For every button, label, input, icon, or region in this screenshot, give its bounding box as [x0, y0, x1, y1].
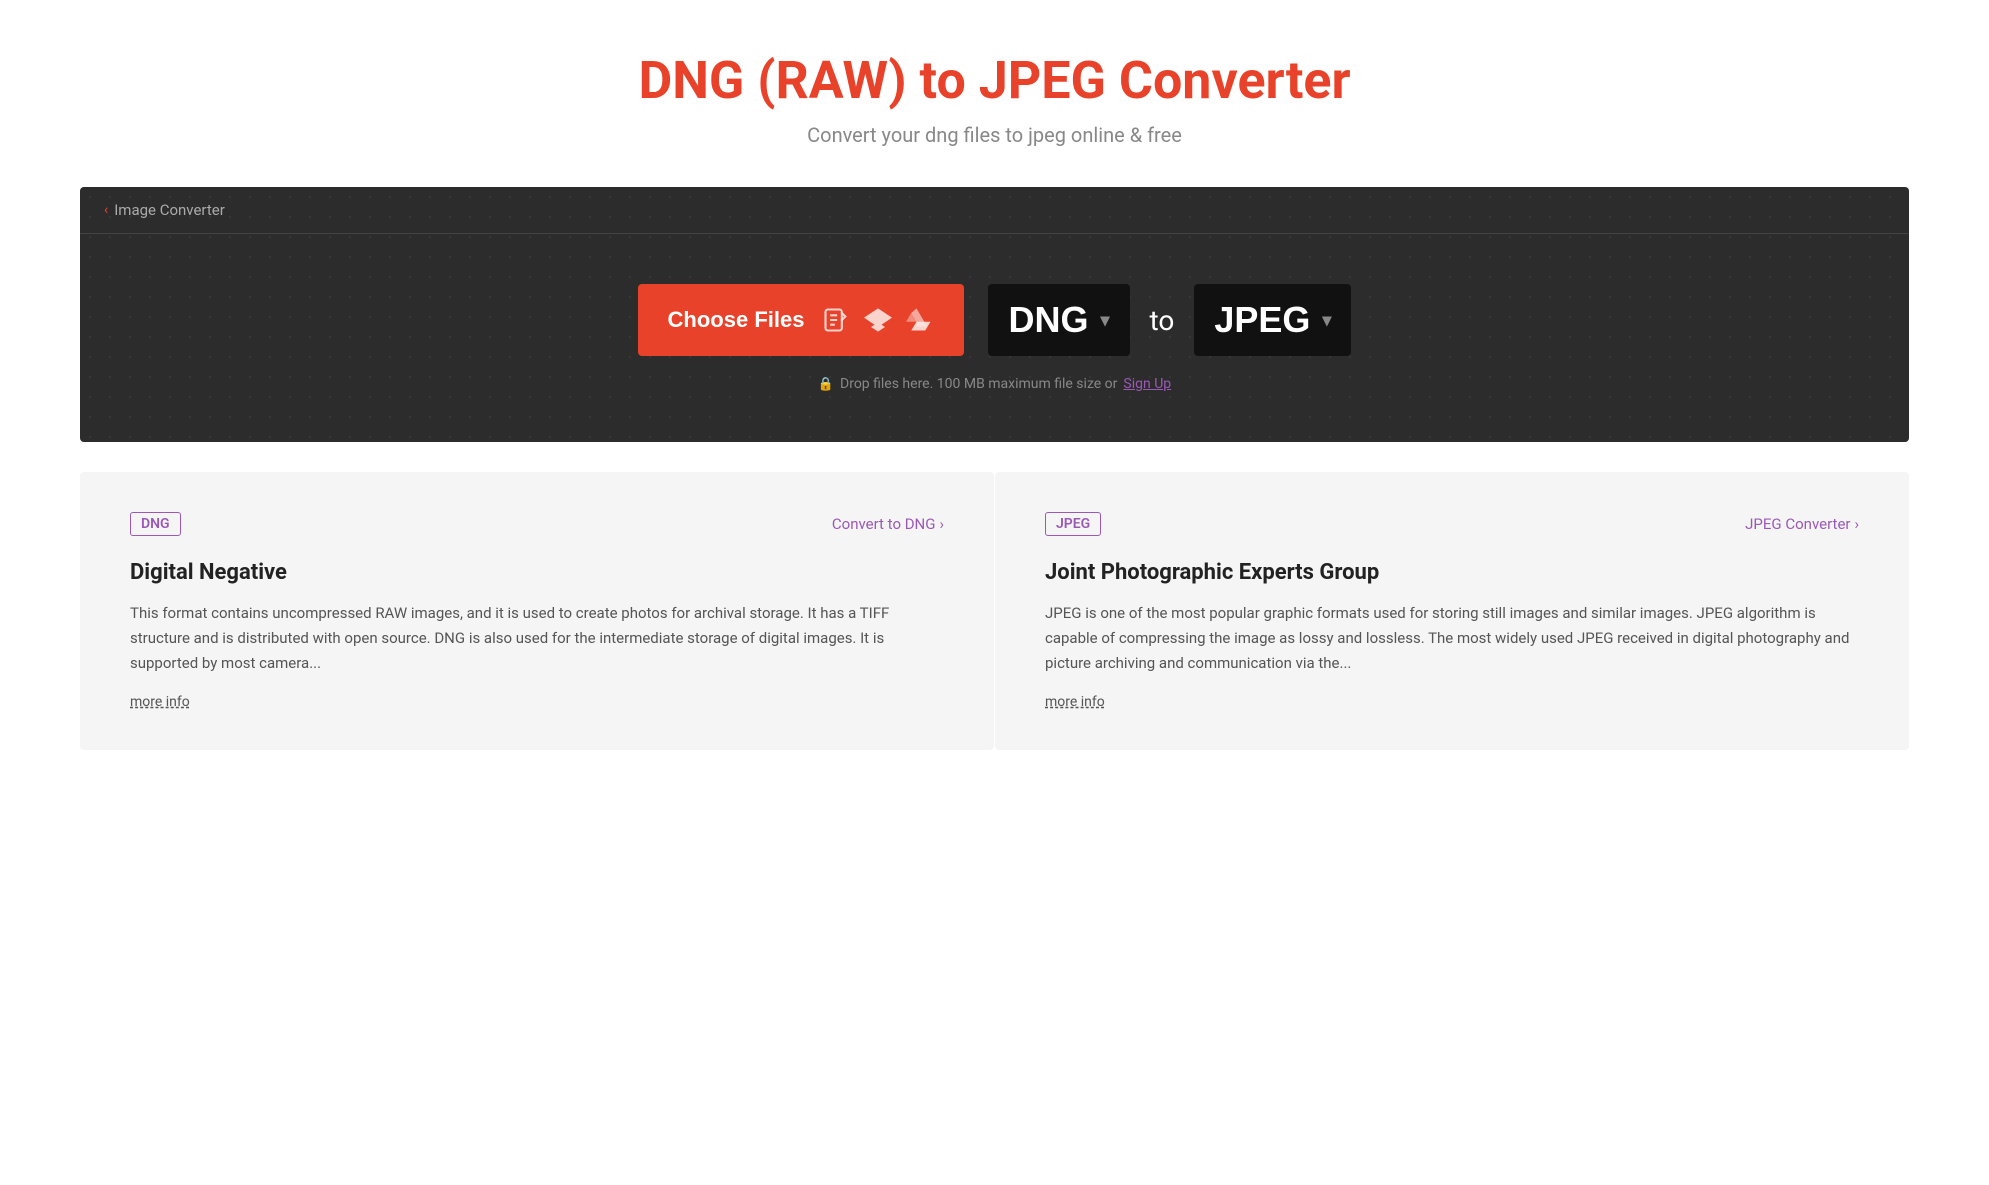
jpeg-format-tag: JPEG: [1045, 512, 1101, 536]
converter-controls: Choose Files: [638, 284, 1352, 356]
page-subtitle: Convert your dng files to jpeg online & …: [20, 123, 1969, 147]
from-format-label: DNG: [1008, 299, 1088, 341]
dng-info-card: DNG Convert to DNG › Digital Negative Th…: [80, 472, 994, 750]
jpeg-more-info-link[interactable]: more info: [1045, 694, 1105, 710]
jpeg-card-description: JPEG is one of the most popular graphic …: [1045, 601, 1859, 675]
breadcrumb-label: Image Converter: [114, 201, 225, 219]
dropbox-icon: [864, 306, 892, 334]
page-header: DNG (RAW) to JPEG Converter Convert your…: [0, 0, 1989, 187]
jpeg-card-title: Joint Photographic Experts Group: [1045, 560, 1859, 585]
jpeg-card-header: JPEG JPEG Converter ›: [1045, 512, 1859, 536]
to-label: to: [1150, 304, 1175, 337]
breadcrumb: ‹ Image Converter: [80, 187, 1909, 234]
drop-info-text: Drop files here. 100 MB maximum file siz…: [840, 376, 1117, 392]
jpeg-info-card: JPEG JPEG Converter › Joint Photographic…: [995, 472, 1909, 750]
dng-card-description: This format contains uncompressed RAW im…: [130, 601, 944, 675]
file-upload-icon: [822, 306, 850, 334]
choose-files-button[interactable]: Choose Files: [638, 284, 965, 356]
dng-card-header: DNG Convert to DNG ›: [130, 512, 944, 536]
jpeg-converter-label: JPEG Converter: [1745, 515, 1850, 533]
to-format-label: JPEG: [1214, 299, 1310, 341]
button-icons: [822, 306, 934, 334]
format-selector: DNG ▾ to JPEG ▾: [988, 284, 1351, 356]
choose-files-label: Choose Files: [668, 307, 805, 333]
jpeg-converter-chevron-icon: ›: [1854, 515, 1859, 533]
convert-to-dng-label: Convert to DNG: [832, 515, 936, 533]
from-format-button[interactable]: DNG ▾: [988, 284, 1129, 356]
lock-icon: 🔒: [818, 377, 834, 392]
dng-card-title: Digital Negative: [130, 560, 944, 585]
dng-format-tag: DNG: [130, 512, 181, 536]
drop-info: 🔒 Drop files here. 100 MB maximum file s…: [818, 376, 1171, 392]
from-format-chevron-icon: ▾: [1100, 310, 1109, 331]
dng-more-info-link[interactable]: more info: [130, 694, 190, 710]
jpeg-converter-link[interactable]: JPEG Converter ›: [1745, 515, 1859, 533]
convert-to-dng-chevron-icon: ›: [939, 515, 944, 533]
to-format-chevron-icon: ▾: [1322, 310, 1331, 331]
converter-section: ‹ Image Converter Choose Files: [80, 187, 1909, 442]
sign-up-link[interactable]: Sign Up: [1123, 376, 1171, 392]
google-drive-icon: [906, 306, 934, 334]
converter-main: Choose Files: [80, 234, 1909, 442]
breadcrumb-chevron-icon: ‹: [104, 202, 108, 218]
to-format-button[interactable]: JPEG ▾: [1194, 284, 1351, 356]
convert-to-dng-link[interactable]: Convert to DNG ›: [832, 515, 944, 533]
info-cards: DNG Convert to DNG › Digital Negative Th…: [80, 472, 1909, 750]
page-title: DNG (RAW) to JPEG Converter: [20, 50, 1969, 111]
